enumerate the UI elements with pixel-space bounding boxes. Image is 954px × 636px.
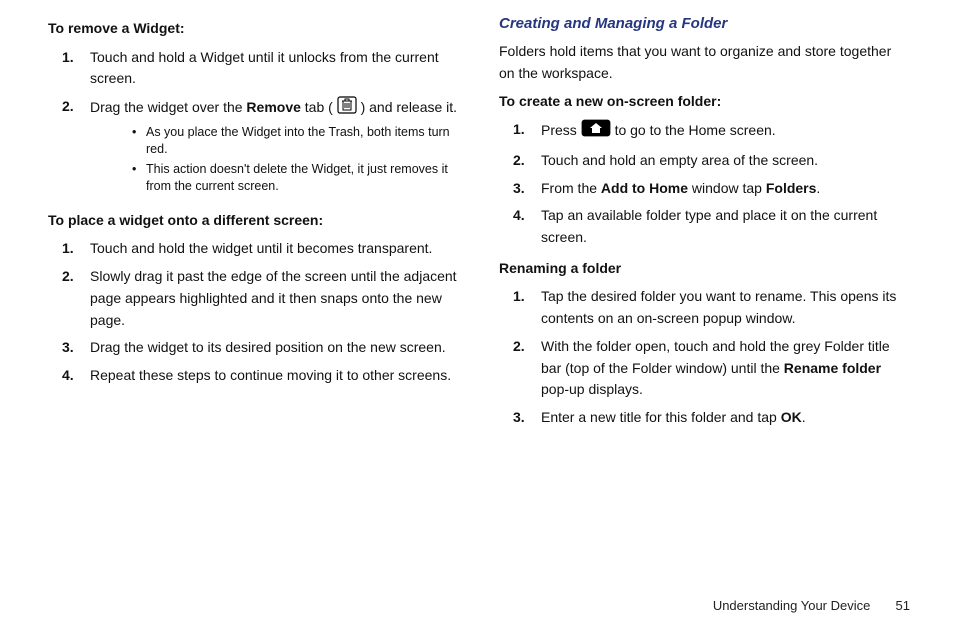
list-item: As you place the Widget into the Trash, … xyxy=(90,123,459,160)
left-column: To remove a Widget: Touch and hold a Wid… xyxy=(48,12,459,584)
text: Drag the widget over the xyxy=(90,99,246,115)
list-item: Tap the desired folder you want to renam… xyxy=(499,283,910,332)
text: . xyxy=(816,180,820,196)
text: pop-up displays. xyxy=(541,381,643,397)
section-title: Creating and Managing a Folder xyxy=(499,12,910,35)
list-item: Touch and hold an empty area of the scre… xyxy=(499,147,910,175)
list-item: Slowly drag it past the edge of the scre… xyxy=(48,263,459,334)
bold-text: Add to Home xyxy=(601,180,688,196)
rename-folder-heading: Renaming a folder xyxy=(499,258,910,280)
bold-text: Rename folder xyxy=(784,360,881,376)
text: window tap xyxy=(688,180,766,196)
list-item: With the folder open, touch and hold the… xyxy=(499,333,910,404)
text: tab ( xyxy=(301,99,337,115)
list-item: Press to go to the Home screen. xyxy=(499,116,910,147)
bold-text: OK xyxy=(781,409,802,425)
text: Enter a new title for this folder and ta… xyxy=(541,409,781,425)
list-item: Drag the widget to its desired position … xyxy=(48,334,459,362)
page-footer: Understanding Your Device 51 xyxy=(48,584,910,616)
right-column: Creating and Managing a Folder Folders h… xyxy=(499,12,910,584)
list-item: This action doesn't delete the Widget, i… xyxy=(90,160,459,197)
remove-widget-heading: To remove a Widget: xyxy=(48,18,459,40)
section-intro: Folders hold items that you want to orga… xyxy=(499,41,910,84)
text: . xyxy=(802,409,806,425)
list-item: Tap an available folder type and place i… xyxy=(499,202,910,251)
trash-icon xyxy=(337,96,357,121)
text: Press xyxy=(541,122,581,138)
list-item: Drag the widget over the Remove tab ( ) … xyxy=(48,93,459,204)
text: ) and release it. xyxy=(357,99,457,115)
rename-folder-steps: Tap the desired folder you want to renam… xyxy=(499,283,910,431)
create-folder-heading: To create a new on-screen folder: xyxy=(499,91,910,113)
bold-text: Remove xyxy=(246,99,300,115)
remove-widget-steps: Touch and hold a Widget until it unlocks… xyxy=(48,44,459,204)
place-widget-heading: To place a widget onto a different scree… xyxy=(48,210,459,232)
list-item: From the Add to Home window tap Folders. xyxy=(499,175,910,203)
remove-widget-notes: As you place the Widget into the Trash, … xyxy=(90,123,459,197)
create-folder-steps: Press to go to the Home screen. Touch an… xyxy=(499,116,910,251)
list-item: Touch and hold the widget until it becom… xyxy=(48,235,459,263)
list-item: Repeat these steps to continue moving it… xyxy=(48,362,459,390)
list-item: Touch and hold a Widget until it unlocks… xyxy=(48,44,459,93)
place-widget-steps: Touch and hold the widget until it becom… xyxy=(48,235,459,389)
text: to go to the Home screen. xyxy=(611,122,776,138)
bold-text: Folders xyxy=(766,180,817,196)
list-item: Enter a new title for this folder and ta… xyxy=(499,404,910,432)
footer-section: Understanding Your Device xyxy=(713,598,871,613)
home-key-icon xyxy=(581,119,611,144)
page: To remove a Widget: Touch and hold a Wid… xyxy=(0,0,954,636)
page-number: 51 xyxy=(874,596,910,616)
columns: To remove a Widget: Touch and hold a Wid… xyxy=(48,12,910,584)
text: From the xyxy=(541,180,601,196)
